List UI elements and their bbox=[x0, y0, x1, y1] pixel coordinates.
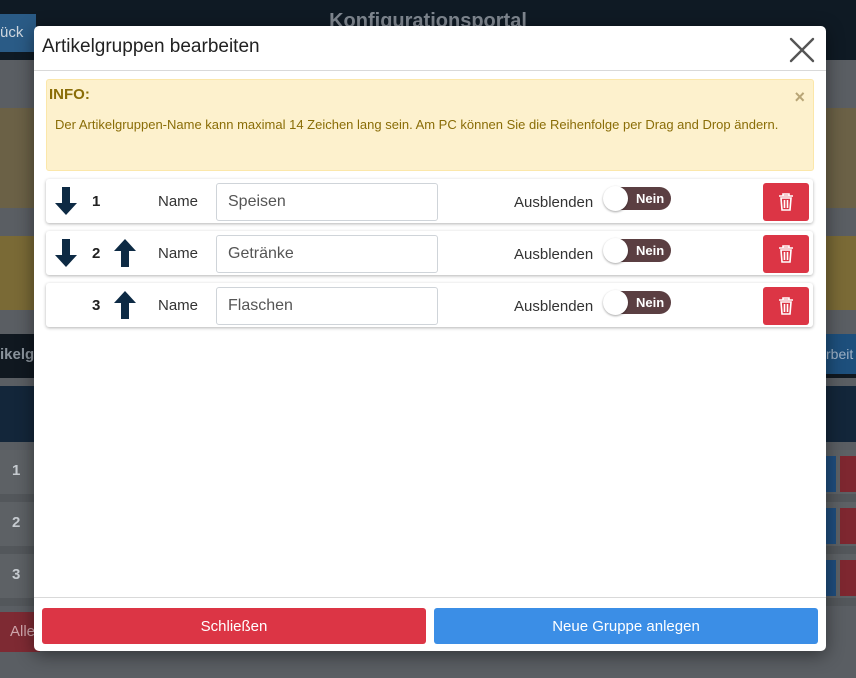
hide-label: Ausblenden bbox=[514, 194, 594, 211]
toggle-knob bbox=[603, 290, 628, 315]
modal-footer: Schließen Neue Gruppe anlegen bbox=[34, 597, 826, 652]
name-label: Name bbox=[158, 245, 199, 262]
background-row-number: 2 bbox=[12, 514, 21, 531]
hide-toggle[interactable]: Nein bbox=[603, 238, 671, 263]
delete-group-button[interactable] bbox=[763, 287, 809, 325]
info-title: INFO: bbox=[49, 86, 90, 103]
trash-icon bbox=[779, 297, 793, 315]
alert-close-button[interactable]: × bbox=[794, 88, 805, 106]
modal-header: Artikelgruppen bearbeiten bbox=[34, 26, 826, 71]
background-row-number: 3 bbox=[12, 566, 21, 583]
background-edit-button: rbeit bbox=[826, 334, 856, 374]
new-group-button[interactable]: Neue Gruppe anlegen bbox=[434, 608, 818, 644]
arrow-up-icon[interactable] bbox=[112, 237, 138, 269]
toggle-text: Nein bbox=[636, 243, 665, 258]
hide-label: Ausblenden bbox=[514, 298, 594, 315]
group-number: 1 bbox=[92, 193, 101, 210]
group-row[interactable]: 3 Name Ausblenden Nein bbox=[46, 283, 813, 327]
name-label: Name bbox=[158, 297, 199, 314]
group-number: 2 bbox=[92, 245, 101, 262]
edit-groups-modal: Artikelgruppen bearbeiten INFO: × Der Ar… bbox=[34, 26, 826, 651]
trash-icon bbox=[779, 245, 793, 263]
arrow-down-icon[interactable] bbox=[53, 185, 79, 217]
group-name-input[interactable] bbox=[216, 287, 438, 325]
group-number: 3 bbox=[92, 297, 101, 314]
hide-toggle[interactable]: Nein bbox=[603, 290, 671, 315]
hide-label: Ausblenden bbox=[514, 246, 594, 263]
close-button[interactable]: Schließen bbox=[42, 608, 426, 644]
background-row-delete bbox=[840, 508, 856, 544]
modal-title: Artikelgruppen bearbeiten bbox=[42, 36, 260, 57]
arrow-down-icon[interactable] bbox=[53, 237, 79, 269]
toggle-knob bbox=[603, 238, 628, 263]
group-row[interactable]: 1 Name Ausblenden Nein bbox=[46, 179, 813, 223]
background-toolbar-label: ikelg bbox=[0, 346, 35, 363]
background-row-delete bbox=[840, 560, 856, 596]
group-row[interactable]: 2 Name Ausblenden Nein bbox=[46, 231, 813, 275]
group-name-input[interactable] bbox=[216, 235, 438, 273]
hide-toggle[interactable]: Nein bbox=[603, 186, 671, 211]
name-label: Name bbox=[158, 193, 199, 210]
background-row-delete bbox=[840, 456, 856, 492]
toggle-knob bbox=[603, 186, 628, 211]
toggle-text: Nein bbox=[636, 295, 665, 310]
background-row-number: 1 bbox=[12, 462, 21, 479]
info-text: Der Artikelgruppen-Name kann maximal 14 … bbox=[55, 117, 779, 132]
delete-group-button[interactable] bbox=[763, 183, 809, 221]
trash-icon bbox=[779, 193, 793, 211]
delete-group-button[interactable] bbox=[763, 235, 809, 273]
toggle-text: Nein bbox=[636, 191, 665, 206]
group-name-input[interactable] bbox=[216, 183, 438, 221]
arrow-up-icon[interactable] bbox=[112, 289, 138, 321]
info-alert: INFO: × Der Artikelgruppen-Name kann max… bbox=[46, 79, 814, 171]
close-icon[interactable] bbox=[788, 36, 816, 64]
